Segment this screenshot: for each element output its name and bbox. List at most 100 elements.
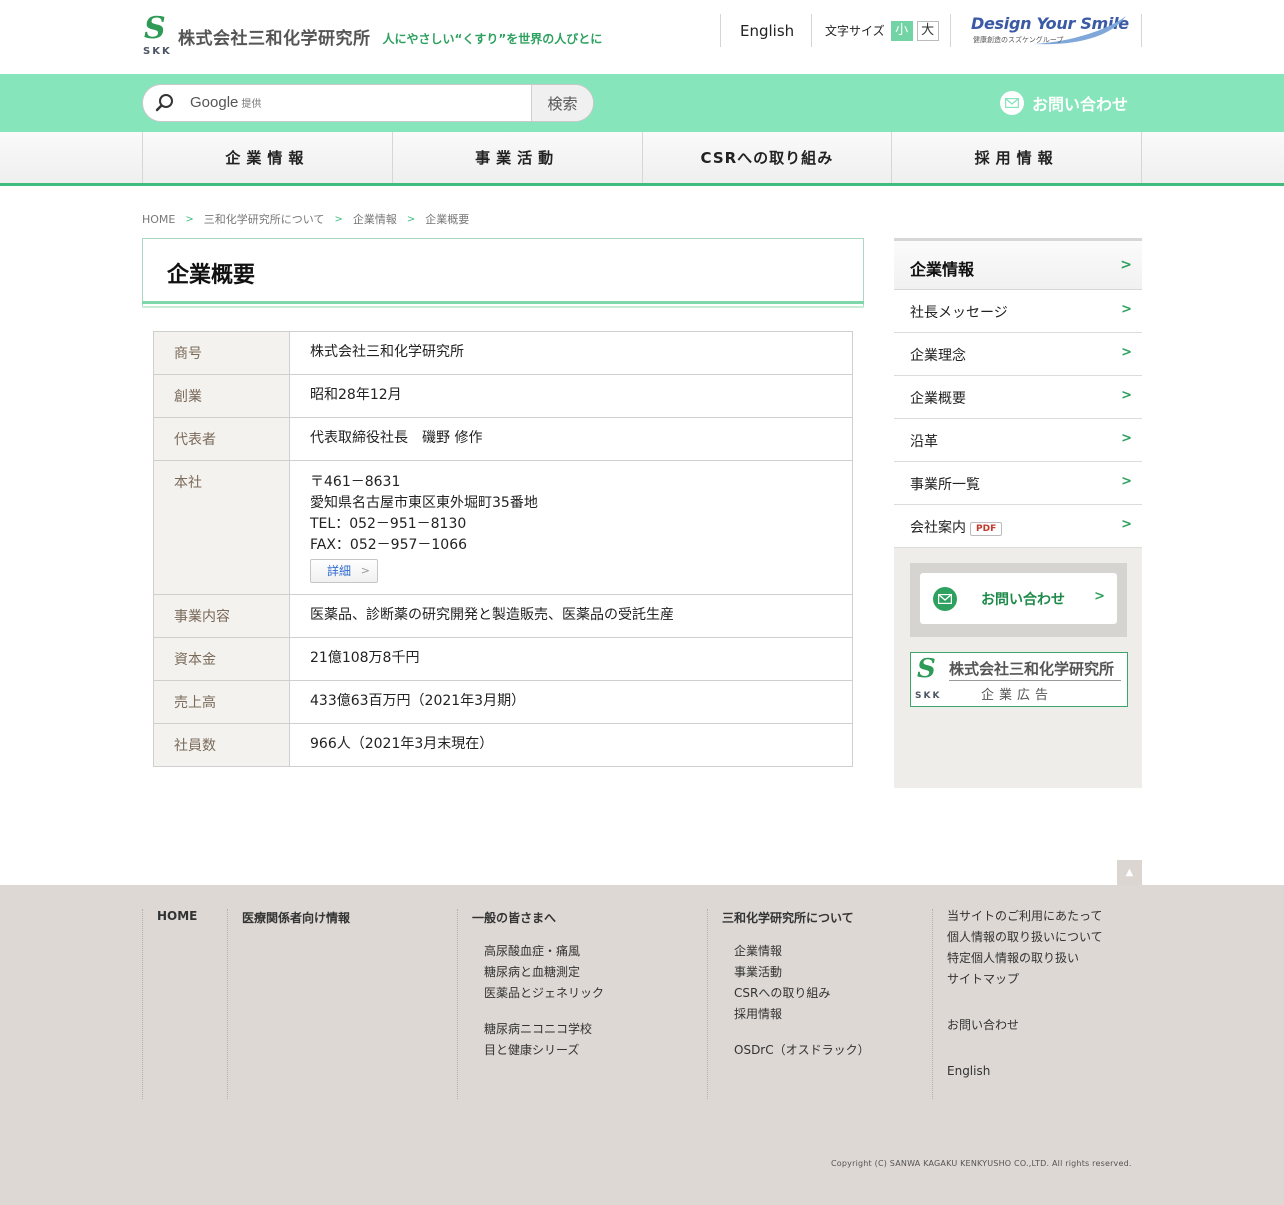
row-label: 商号 (153, 331, 290, 375)
hq-detail-button[interactable]: 詳細 > (310, 559, 378, 583)
footer-english-link[interactable]: English (947, 1061, 1142, 1082)
footer-link[interactable]: 目と健康シリーズ (484, 1040, 707, 1061)
mail-icon (933, 586, 957, 611)
table-row: 創業 昭和28年12月 (153, 374, 853, 418)
footer-home-link[interactable]: HOME (157, 909, 227, 923)
ad-divider (949, 680, 1121, 681)
footer-about-heading[interactable]: 三和化学研究所について (722, 909, 932, 926)
logo-mark-s: S (917, 654, 936, 684)
nav-item-csr[interactable]: CSRへの取り組み (643, 132, 893, 183)
contact-link-header[interactable]: お問い合わせ (1000, 91, 1128, 115)
title-underline (142, 306, 864, 308)
pdf-badge: PDF (970, 522, 1003, 536)
sidebar-contact-box: お問い合わせ > (910, 563, 1127, 637)
page-top-button[interactable]: ▲ (1117, 860, 1142, 885)
sidebar-heading-label: 企業情報 (910, 260, 975, 279)
font-size-label: 文字サイズ (825, 24, 885, 38)
breadcrumb-corporate-info[interactable]: 企業情報 (353, 211, 397, 227)
font-size-large-button[interactable]: 大 (916, 20, 939, 41)
logo-mark-s: S (144, 11, 166, 46)
footer-link[interactable]: 糖尿病ニコニコ学校 (484, 1019, 707, 1040)
footer-about-list: 企業情報 事業活動 CSRへの取り組み 採用情報 (722, 941, 932, 1025)
search-bar: Google 提供 検索 お問い合わせ (0, 74, 1284, 132)
footer-link[interactable]: 高尿酸血症・痛風 (484, 941, 707, 962)
row-label: 代表者 (153, 417, 290, 461)
row-value: 株式会社三和化学研究所 (289, 331, 853, 375)
header-divider (811, 14, 812, 47)
footer-col-about: 三和化学研究所について 企業情報 事業活動 CSRへの取り組み 採用情報 OSD… (707, 909, 932, 1099)
nav-item-recruit[interactable]: 採用情報 (892, 132, 1142, 183)
footer-medical-link[interactable]: 医療関係者向け情報 (242, 909, 457, 926)
logo-abbr: SKK (143, 46, 172, 57)
ad-subtitle: 企業広告 (981, 688, 1054, 703)
hq-address: 愛知県名古屋市東区東外堀町35番地 (310, 495, 538, 511)
footer-link[interactable]: 採用情報 (734, 1004, 932, 1025)
sidebar-list: 社長メッセージ > 企業理念 > 企業概要 > 沿革 > 事業所一覧 > 会社案内 PDF > (894, 290, 1142, 548)
footer-link[interactable]: OSDrC（オスドラック） (734, 1040, 932, 1061)
detail-button-label: 詳細 (327, 564, 352, 578)
copyright: Copyright (C) SANWA KAGAKU KENKYUSHO CO.… (831, 1159, 1132, 1168)
nav-item-business[interactable]: 事業活動 (393, 132, 643, 183)
footer-about-list-2: OSDrC（オスドラック） (722, 1040, 932, 1061)
breadcrumb-about[interactable]: 三和化学研究所について (204, 211, 325, 227)
footer-link[interactable]: 事業活動 (734, 962, 932, 983)
chevron-right-icon: > (1121, 474, 1132, 489)
chevron-right-icon: > (360, 564, 370, 577)
table-row: 事業内容 医薬品、診断薬の研究開発と製造販売、医薬品の受託生産 (153, 594, 853, 638)
ad-company-name: 株式会社三和化学研究所 (949, 660, 1115, 678)
footer-col-home: HOME (142, 909, 227, 1099)
english-link-label: English (740, 21, 795, 40)
sidebar-item-company-brochure[interactable]: 会社案内 PDF > (894, 505, 1142, 548)
search-input[interactable] (143, 85, 533, 121)
company-profile-table: 商号 株式会社三和化学研究所 創業 昭和28年12月 代表者 代表取締役社長 磯… (153, 331, 853, 767)
hq-fax: FAX：052－957－1066 (310, 537, 468, 553)
chevron-right-icon: > (406, 213, 416, 225)
footer-link[interactable]: 個人情報の取り扱いについて (947, 927, 1142, 948)
footer-link[interactable]: 医薬品とジェネリック (484, 983, 707, 1004)
sidebar-item-president-message[interactable]: 社長メッセージ > (894, 290, 1142, 333)
row-value: 医薬品、診断薬の研究開発と製造販売、医薬品の受託生産 (289, 594, 853, 638)
sidebar-item-label: 企業概要 (910, 391, 966, 407)
footer-link[interactable]: 特定個人情報の取り扱い (947, 948, 1142, 969)
footer-col-misc: 当サイトのご利用にあたって 個人情報の取り扱いについて 特定個人情報の取り扱い … (932, 909, 1142, 1099)
font-size-small-button[interactable]: 小 (890, 20, 913, 41)
footer-link[interactable]: 糖尿病と血糖測定 (484, 962, 707, 983)
row-label: 本社 (153, 460, 290, 595)
company-logo[interactable]: S SKK 株式会社三和化学研究所 人にやさしい“くすり”を世界の人びとに (142, 14, 602, 58)
footer-general-list: 高尿酸血症・痛風 糖尿病と血糖測定 医薬品とジェネリック (472, 941, 707, 1004)
nav-item-corporate-info[interactable]: 企業情報 (143, 132, 393, 183)
header-divider (950, 14, 951, 47)
footer-link[interactable]: 企業情報 (734, 941, 932, 962)
sidebar-heading[interactable]: 企業情報 > (894, 238, 1142, 290)
table-row: 社員数 966人（2021年3月末現在） (153, 723, 853, 767)
sidebar-item-history[interactable]: 沿革 > (894, 419, 1142, 462)
row-label: 社員数 (153, 723, 290, 767)
sidebar-item-overview[interactable]: 企業概要 > (894, 376, 1142, 419)
english-link[interactable]: English (740, 14, 794, 47)
sidebar-item-philosophy[interactable]: 企業理念 > (894, 333, 1142, 376)
table-row: 本社 〒461－8631 愛知県名古屋市東区東外堀町35番地 TEL：052－9… (153, 460, 853, 595)
footer-link[interactable]: サイトマップ (947, 969, 1142, 990)
group-logo-link[interactable]: Design Your Smile 健康創造のスズケングループ (970, 14, 1130, 47)
chevron-right-icon: > (1121, 345, 1132, 360)
chevron-right-icon: > (334, 213, 343, 225)
breadcrumb: HOME > 三和化学研究所について > 企業情報 > 企業概要 (142, 211, 469, 227)
breadcrumb-home[interactable]: HOME (142, 213, 175, 226)
global-nav-list: 企業情報 事業活動 CSRへの取り組み 採用情報 (142, 132, 1142, 183)
sidebar-item-offices[interactable]: 事業所一覧 > (894, 462, 1142, 505)
corporate-ad-banner[interactable]: S SKK 株式会社三和化学研究所 企業広告 (910, 652, 1128, 707)
title-underline (142, 301, 864, 304)
sidebar-contact-button[interactable]: お問い合わせ > (920, 573, 1117, 624)
footer-link[interactable]: 当サイトのご利用にあたって (947, 906, 1142, 927)
footer-link[interactable]: CSRへの取り組み (734, 983, 932, 1004)
row-value: 21億108万8千円 (289, 637, 853, 681)
site-footer: HOME 医療関係者向け情報 一般の皆さまへ 高尿酸血症・痛風 糖尿病と血糖測定… (0, 885, 1284, 1205)
chevron-right-icon: > (1121, 388, 1132, 403)
footer-contact-link[interactable]: お問い合わせ (947, 1015, 1142, 1036)
footer-general-heading[interactable]: 一般の皆さまへ (472, 909, 707, 926)
table-row: 資本金 21億108万8千円 (153, 637, 853, 681)
logo-tagline: 人にやさしい“くすり”を世界の人びとに (382, 31, 603, 46)
search-button[interactable]: 検索 (531, 85, 593, 121)
page-title: 企業概要 (167, 263, 256, 288)
row-value: 433億63百万円（2021年3月期） (289, 680, 853, 724)
